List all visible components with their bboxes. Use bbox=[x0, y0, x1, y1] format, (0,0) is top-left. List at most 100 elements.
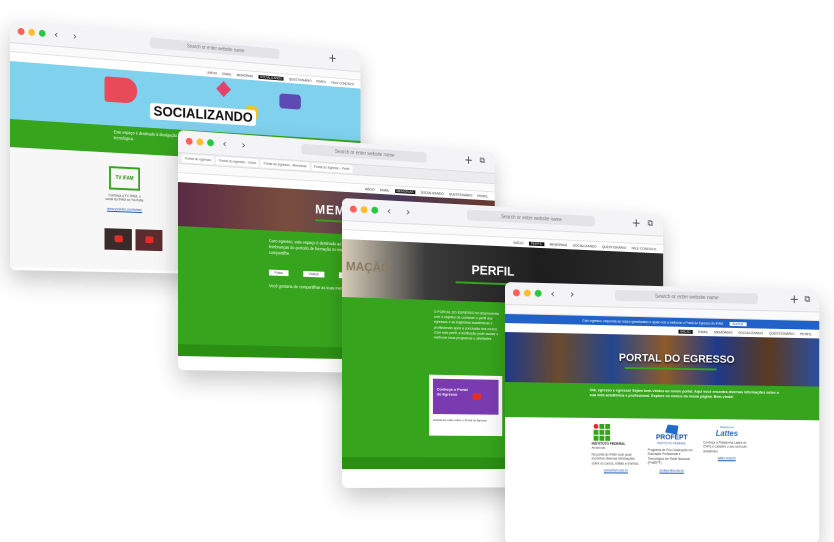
address-bar[interactable]: Search or enter website name bbox=[301, 143, 427, 163]
back-forward-icon[interactable]: ‹ › bbox=[54, 28, 82, 43]
portal-banner: PORTAL DO EGRESSO bbox=[505, 332, 820, 387]
partner-column-lattes: Plataforma Lattes Conheça a Plataforma L… bbox=[703, 425, 750, 461]
video-caption: Assista ao vídeo sobre o Portal do Egres… bbox=[432, 417, 488, 423]
chat-bubble-icon bbox=[279, 93, 301, 110]
megaphone-icon bbox=[104, 76, 138, 104]
play-icon bbox=[114, 235, 123, 243]
menu-item-active[interactable]: INÍCIO bbox=[678, 329, 693, 334]
close-window-button[interactable] bbox=[512, 289, 520, 297]
menu-item[interactable]: QUESTIONÁRIO bbox=[289, 77, 312, 82]
minimize-window-button[interactable] bbox=[360, 205, 368, 214]
menu-item[interactable]: EMAIL bbox=[698, 330, 708, 334]
ifam-link[interactable]: portal.ifam.edu.br bbox=[592, 469, 640, 473]
lattes-logo-text: Lattes bbox=[715, 428, 738, 438]
tv-ifam-card[interactable]: TV IFAM bbox=[109, 166, 141, 191]
new-tab-button[interactable]: + bbox=[632, 216, 641, 230]
video-title: Conheça o Portal do Egresso bbox=[436, 386, 468, 397]
intro-text: O PORTAL DO EGRESSO foi desenvolvido com… bbox=[433, 309, 500, 341]
minimize-window-button[interactable] bbox=[28, 28, 36, 37]
zoom-window-button[interactable] bbox=[38, 29, 46, 38]
title-underline bbox=[624, 366, 717, 371]
back-forward-icon[interactable]: ‹ › bbox=[551, 287, 581, 301]
menu-item[interactable]: QUESTIONÁRIO bbox=[449, 192, 472, 197]
notice-button[interactable]: Acessar bbox=[729, 321, 747, 326]
menu-item[interactable]: QUESTIONÁRIO bbox=[769, 331, 795, 335]
profept-logo-subtext: INSTITUTO FEDERAL bbox=[657, 441, 687, 446]
intro-band: Olá, egresso e egressa! Sejam bem-vindos… bbox=[505, 382, 820, 421]
card-link[interactable]: www.youtube.com/tvifam bbox=[104, 207, 144, 212]
close-window-button[interactable] bbox=[349, 205, 357, 213]
menu-item[interactable]: INÍCIO bbox=[208, 70, 217, 75]
profept-logo-icon bbox=[665, 425, 678, 435]
banner-title: PERFIL bbox=[471, 262, 515, 279]
showcase-stage: ‹ › Search or enter website name + INÍCI… bbox=[0, 0, 834, 542]
tabs-overview-icon[interactable]: ⧉ bbox=[480, 156, 485, 166]
partner-column-profept: PROFEPT INSTITUTO FEDERAL Programa de Pó… bbox=[648, 424, 696, 472]
profept-text: Programa de Pós-Graduação em Educação Pr… bbox=[647, 448, 693, 466]
address-bar[interactable]: Search or enter website name bbox=[149, 37, 280, 60]
address-bar[interactable]: Search or enter website name bbox=[614, 289, 758, 305]
browser-tab[interactable]: Portal do egresso - Início bbox=[216, 156, 259, 168]
minimize-window-button[interactable] bbox=[196, 138, 204, 146]
menu-item[interactable]: SOCIALIZANDO bbox=[573, 243, 597, 248]
menu-item[interactable]: SOCIALIZANDO bbox=[421, 190, 444, 195]
play-icon bbox=[144, 236, 154, 244]
play-icon bbox=[472, 393, 481, 400]
heart-icon bbox=[216, 81, 231, 98]
close-window-button[interactable] bbox=[17, 27, 25, 36]
menu-item[interactable]: QUESTIONÁRIO bbox=[602, 245, 626, 250]
videos-button[interactable]: Vídeos bbox=[303, 270, 325, 278]
zoom-window-button[interactable] bbox=[207, 139, 214, 147]
menu-item[interactable]: EMAIL bbox=[380, 188, 390, 192]
menu-item[interactable]: MEMÓRIAS bbox=[237, 73, 254, 78]
menu-item-active[interactable]: MEMÓRIAS bbox=[394, 188, 416, 194]
intro-text: Olá, egresso e egressa! Sejam bem-vindos… bbox=[589, 388, 779, 400]
banner-title: PORTAL DO EGRESSO bbox=[618, 352, 735, 366]
new-tab-button[interactable]: + bbox=[328, 51, 336, 64]
tabs-overview-icon[interactable]: ⧉ bbox=[804, 295, 810, 305]
menu-item-active[interactable]: PERFIL bbox=[529, 241, 545, 246]
partners-area: INSTITUTO FEDERAL Amazonas No portal do … bbox=[505, 417, 820, 527]
ifam-text: No portal do IFAM você pode encontrar di… bbox=[591, 452, 640, 466]
video-thumbnail[interactable] bbox=[104, 228, 132, 251]
menu-item[interactable]: FALE CONOSCO bbox=[331, 80, 354, 85]
menu-item[interactable]: SOCIALIZANDO bbox=[738, 330, 763, 334]
tv-ifam-title: TV IFAM bbox=[115, 175, 134, 182]
profept-link[interactable]: profept.ifes.edu.br bbox=[648, 468, 696, 472]
menu-item[interactable]: EMAIL bbox=[222, 72, 231, 77]
close-window-button[interactable] bbox=[185, 137, 193, 145]
menu-item[interactable]: PERFIL bbox=[477, 194, 488, 198]
lattes-link[interactable]: lattes.cnpq.br bbox=[703, 456, 750, 461]
tabs-overview-icon[interactable]: ⧉ bbox=[648, 219, 654, 229]
zoom-window-button[interactable] bbox=[371, 206, 379, 214]
menu-item[interactable]: PERFIL bbox=[316, 79, 326, 83]
browser-tab[interactable]: Portal do Egresso - Perfil bbox=[311, 162, 353, 174]
card-text: Conheça a TV IFAM, o canal do IFAM no Yo… bbox=[105, 193, 144, 203]
new-tab-button[interactable]: + bbox=[790, 292, 799, 306]
ifam-logo-subtext: Amazonas bbox=[591, 445, 606, 450]
menu-item[interactable]: INÍCIO bbox=[513, 240, 523, 244]
back-forward-icon[interactable]: ‹ › bbox=[387, 204, 416, 218]
ifam-logo-icon bbox=[593, 423, 640, 441]
video-thumbnail[interactable] bbox=[135, 229, 163, 252]
menu-item[interactable]: MEMÓRIAS bbox=[714, 330, 732, 334]
banner-title: SOCIALIZANDO bbox=[149, 102, 257, 127]
browser-tab[interactable]: Portal do egresso bbox=[181, 154, 215, 165]
address-bar[interactable]: Search or enter website name bbox=[466, 209, 595, 227]
menu-item[interactable]: INÍCIO bbox=[365, 187, 375, 191]
menu-item[interactable]: PERFIL bbox=[800, 332, 812, 336]
banner-ghost-text: MAÇÃO bbox=[345, 259, 391, 275]
new-tab-button[interactable]: + bbox=[464, 153, 473, 167]
partner-column-ifam: INSTITUTO FEDERAL Amazonas No portal do … bbox=[591, 423, 640, 473]
lattes-text: Conheça a Plataforma Lattes do CNPq e ca… bbox=[703, 440, 747, 454]
menu-item-active[interactable]: SOCIALIZANDO bbox=[258, 74, 284, 81]
video-panel: Conheça o Portal do Egresso Assista ao v… bbox=[429, 374, 503, 437]
fotos-button[interactable]: Fotos bbox=[268, 269, 289, 277]
menu-item[interactable]: FALE CONOSCO bbox=[631, 246, 656, 251]
zoom-window-button[interactable] bbox=[534, 289, 542, 297]
menu-item[interactable]: MEMÓRIAS bbox=[550, 242, 568, 247]
minimize-window-button[interactable] bbox=[523, 289, 531, 297]
video-thumbnail[interactable]: Conheça o Portal do Egresso bbox=[432, 378, 499, 415]
browser-window-portal: ‹ › Search or enter website name + ⧉ Car… bbox=[505, 282, 820, 542]
back-forward-icon[interactable]: ‹ › bbox=[223, 137, 252, 152]
